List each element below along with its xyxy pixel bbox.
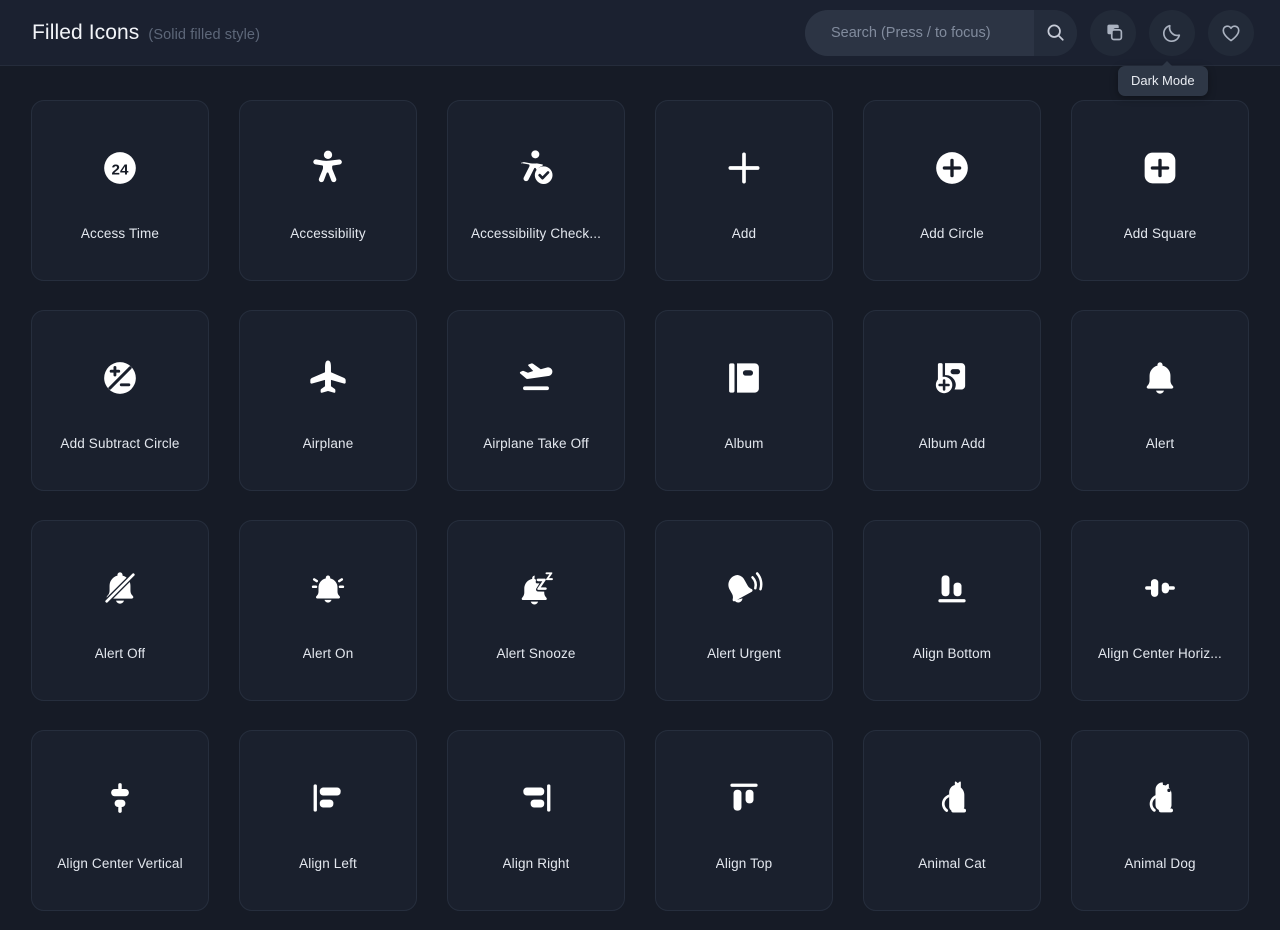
copy-button[interactable] (1090, 9, 1136, 56)
icon-card-animal-dog[interactable]: Animal Dog (1071, 730, 1249, 911)
icon-card-label: Align Center Horiz... (1098, 646, 1222, 661)
align-left-icon (309, 770, 347, 826)
header-actions (805, 9, 1254, 56)
page-title: Filled Icons (Solid filled style) (32, 21, 805, 45)
icon-card-align-center-horizontal[interactable]: Align Center Horiz... (1071, 520, 1249, 701)
album-icon (725, 350, 763, 406)
airplane-icon (307, 350, 349, 406)
icon-card-align-top[interactable]: Align Top (655, 730, 833, 911)
search-button[interactable] (1034, 9, 1077, 56)
icon-card-label: Animal Cat (918, 856, 986, 871)
icon-card-label: Airplane Take Off (483, 436, 589, 451)
animal-cat-icon (932, 770, 972, 826)
icon-card-label: Alert Urgent (707, 646, 781, 661)
icon-card-access-time[interactable]: 24 Access Time (31, 100, 209, 281)
icon-card-label: Alert Snooze (496, 646, 576, 661)
icon-grid: 24 Access Time Accessibility Accessibili… (0, 66, 1280, 911)
icon-card-align-bottom[interactable]: Align Bottom (863, 520, 1041, 701)
alert-on-icon (309, 560, 347, 616)
icon-card-add[interactable]: Add (655, 100, 833, 281)
icon-card-alert-off[interactable]: Alert Off (31, 520, 209, 701)
dark-mode-button[interactable] (1149, 9, 1195, 56)
add-circle-icon (933, 140, 971, 196)
app-header: Filled Icons (Solid filled style) (0, 0, 1280, 66)
icon-card-label: Align Center Vertical (57, 856, 183, 871)
album-add-icon (933, 350, 971, 406)
align-center-horizontal-icon (1141, 560, 1179, 616)
align-center-vertical-icon (101, 770, 139, 826)
icon-card-align-center-vertical[interactable]: Align Center Vertical (31, 730, 209, 911)
alert-icon (1141, 350, 1179, 406)
airplane-take-off-icon (515, 350, 557, 406)
alert-snooze-icon (517, 560, 555, 616)
page-title-main: Filled Icons (32, 20, 140, 44)
icon-card-airplane[interactable]: Airplane (239, 310, 417, 491)
icon-card-alert-urgent[interactable]: Alert Urgent (655, 520, 833, 701)
icon-card-label: Animal Dog (1124, 856, 1196, 871)
alert-urgent-icon (724, 560, 764, 616)
icon-card-accessibility-check[interactable]: Accessibility Check... (447, 100, 625, 281)
icon-card-animal-cat[interactable]: Animal Cat (863, 730, 1041, 911)
svg-text:24: 24 (112, 162, 129, 179)
icon-card-label: Align Top (715, 856, 773, 871)
icon-card-album[interactable]: Album (655, 310, 833, 491)
search-input[interactable] (805, 9, 1034, 56)
icon-card-label: Album (724, 436, 764, 451)
icon-card-label: Access Time (80, 226, 160, 241)
align-top-icon (725, 770, 763, 826)
heart-icon (1220, 22, 1242, 44)
copy-icon (1103, 22, 1124, 43)
search-icon (1045, 22, 1066, 43)
icon-card-label: Accessibility (290, 226, 366, 241)
icon-card-add-circle[interactable]: Add Circle (863, 100, 1041, 281)
icon-card-label: Add Subtract Circle (60, 436, 180, 451)
icon-card-label: Alert Off (94, 646, 146, 661)
page-title-subtitle: (Solid filled style) (148, 26, 261, 43)
icon-card-label: Add (731, 226, 757, 241)
icon-card-album-add[interactable]: Album Add (863, 310, 1041, 491)
icon-card-label: Add Square (1123, 226, 1197, 241)
favorites-button[interactable] (1208, 9, 1254, 56)
icon-card-airplane-take-off[interactable]: Airplane Take Off (447, 310, 625, 491)
icon-card-label: Align Right (502, 856, 570, 871)
icon-card-label: Alert (1145, 436, 1175, 451)
icon-card-accessibility[interactable]: Accessibility (239, 100, 417, 281)
dark-mode-tooltip: Dark Mode (1118, 61, 1208, 96)
icon-card-label: Airplane (302, 436, 354, 451)
search-box[interactable] (805, 9, 1077, 56)
icon-card-align-left[interactable]: Align Left (239, 730, 417, 911)
icon-card-alert[interactable]: Alert (1071, 310, 1249, 491)
access-time-icon: 24 (101, 140, 139, 196)
add-square-icon (1141, 140, 1179, 196)
alert-off-icon (101, 560, 139, 616)
animal-dog-icon (1140, 770, 1180, 826)
accessibility-check-icon (516, 140, 556, 196)
add-subtract-circle-icon (101, 350, 139, 406)
icon-card-alert-on[interactable]: Alert On (239, 520, 417, 701)
icon-card-label: Album Add (918, 436, 986, 451)
icon-card-label: Align Bottom (912, 646, 992, 661)
icon-card-label: Add Circle (920, 226, 984, 241)
icon-card-alert-snooze[interactable]: Alert Snooze (447, 520, 625, 701)
icon-card-label: Align Left (299, 856, 357, 871)
icon-card-align-right[interactable]: Align Right (447, 730, 625, 911)
icon-card-label: Accessibility Check... (470, 226, 602, 241)
moon-icon (1161, 22, 1183, 44)
icon-card-add-square[interactable]: Add Square (1071, 100, 1249, 281)
add-icon (723, 140, 765, 196)
align-bottom-icon (933, 560, 971, 616)
align-right-icon (517, 770, 555, 826)
accessibility-icon (308, 140, 348, 196)
icon-card-add-subtract-circle[interactable]: Add Subtract Circle (31, 310, 209, 491)
icon-card-label: Alert On (302, 646, 354, 661)
